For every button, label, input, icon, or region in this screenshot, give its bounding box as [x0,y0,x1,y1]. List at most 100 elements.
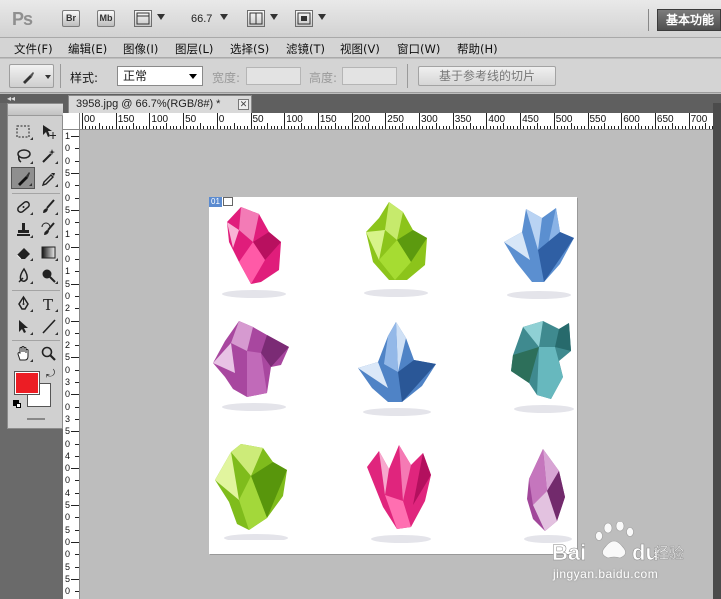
width-field[interactable] [246,67,301,85]
type-icon[interactable]: T [36,292,60,314]
ruler-minor-tick [698,126,700,129]
ruler-minor-tick [392,126,394,129]
mini-bridge-button[interactable]: Mb [97,10,115,27]
ruler-origin[interactable] [63,113,80,130]
right-panel-edge [713,103,721,599]
path-select-icon[interactable] [11,315,35,337]
ruler-label: 0 [64,536,70,547]
menu-file[interactable]: 文件(F) [14,41,53,57]
move-icon[interactable] [36,120,60,142]
quick-mask-toggle[interactable] [27,418,45,420]
clone-stamp-icon[interactable] [11,218,35,240]
ruler-label: 3 [64,413,70,424]
screen-mode-icon[interactable] [295,10,313,27]
dodge-icon[interactable] [36,264,60,286]
hand-icon[interactable] [11,342,35,364]
menu-view[interactable]: 视图(V) [340,41,380,57]
screen-mode-dropdown-icon[interactable] [318,14,326,20]
ruler-minor-tick [425,126,427,129]
ruler-minor-tick [75,234,79,236]
ruler-minor-tick [75,271,79,273]
slice-select-icon [23,72,34,84]
bridge-button[interactable]: Br [62,10,80,27]
ruler-minor-tick [334,123,336,129]
line-icon[interactable] [36,315,60,337]
vertical-ruler[interactable]: 10050050100150200250300350400450500550 [63,130,80,599]
gradient-icon[interactable] [36,241,60,263]
collapse-panel-icon[interactable]: ◂◂ [7,94,15,103]
document-image[interactable]: 01 [209,197,577,554]
tools-panel-grip[interactable] [8,104,64,116]
ruler-minor-tick [530,126,532,129]
height-field[interactable] [342,67,397,85]
ruler-minor-tick [381,126,383,129]
ruler-minor-tick [75,554,79,556]
menu-filter[interactable]: 滤镜(T) [286,41,325,57]
ruler-minor-tick [658,126,660,129]
zoom-level[interactable]: 66.7 [191,13,212,25]
slices-from-guides-button[interactable]: 基于参考线的切片 [418,66,556,86]
ruler-minor-tick [577,126,579,129]
width-label: 宽度: [212,71,241,85]
menu-layer[interactable]: 图层(L) [175,41,213,57]
view-extras-dropdown-icon[interactable] [157,14,165,20]
brush-icon[interactable] [36,195,60,217]
ruler-minor-tick [274,126,276,129]
ruler-minor-tick [311,126,313,129]
ruler-minor-tick [92,126,94,129]
zoom-dropdown-icon[interactable] [220,14,228,20]
ruler-minor-tick [496,126,498,129]
menu-image[interactable]: 图像(I) [123,41,158,57]
ruler-minor-tick [314,126,316,129]
slice-icon[interactable] [11,167,35,189]
ruler-minor-tick [516,126,518,129]
marquee-icon[interactable] [11,120,35,142]
ruler-minor-tick [668,126,670,129]
ruler-label: 0 [64,512,70,523]
view-extras-icon[interactable] [134,10,152,27]
menu-help[interactable]: 帮助(H) [457,41,498,57]
history-brush-icon[interactable] [36,218,60,240]
lasso-icon[interactable] [11,144,35,166]
ruler-minor-tick [75,517,79,519]
ruler-minor-tick [466,126,468,129]
ruler-minor-tick [105,126,107,129]
menu-bar: 文件(F) 编辑(E) 图像(I) 图层(L) 选择(S) 滤镜(T) 视图(V… [0,38,721,58]
ruler-minor-tick [125,126,127,129]
default-colors-icon[interactable] [13,400,21,408]
eraser-icon[interactable] [11,241,35,263]
ruler-minor-tick [206,126,208,129]
eyedropper-icon[interactable] [36,167,60,189]
workspace-button[interactable]: 基本功能 [657,9,721,31]
document-tab[interactable]: 3958.jpg @ 66.7%(RGB/8#) * ✕ [68,95,252,113]
pen-icon[interactable] [11,292,35,314]
ruler-minor-tick [543,126,545,129]
magic-wand-icon[interactable] [36,144,60,166]
ruler-minor-tick [557,126,559,129]
ruler-minor-tick [122,126,124,129]
close-icon[interactable]: ✕ [238,99,249,110]
menu-window[interactable]: 窗口(W) [397,41,440,57]
arrange-dropdown-icon[interactable] [270,14,278,20]
foreground-color-swatch[interactable] [14,371,40,395]
menu-select[interactable]: 选择(S) [230,41,269,57]
menu-edit[interactable]: 编辑(E) [68,41,107,57]
ruler-minor-tick [71,394,79,396]
ruler-minor-tick [75,492,79,494]
ruler-label: 50 [252,114,264,125]
tool-panel-background [7,429,63,599]
horizontal-ruler[interactable]: 00 150 100 50 0 50 100 150 200 250 300 350 400 450 500… [63,113,713,130]
blur-icon[interactable] [11,264,35,286]
arrange-documents-icon[interactable] [247,10,265,27]
ruler-minor-tick [71,172,79,174]
tool-preset-picker[interactable] [9,64,54,88]
healing-brush-icon[interactable] [11,195,35,217]
style-select[interactable]: 正常 [117,66,203,86]
ruler-minor-tick [307,126,309,129]
ruler-minor-tick [102,126,104,129]
ruler-label: 0 [64,463,70,474]
ruler-major-tick [149,113,151,129]
zoom-icon[interactable] [36,342,60,364]
ruler-minor-tick [631,126,633,129]
swap-colors-icon[interactable]: ⤾ [46,368,55,381]
